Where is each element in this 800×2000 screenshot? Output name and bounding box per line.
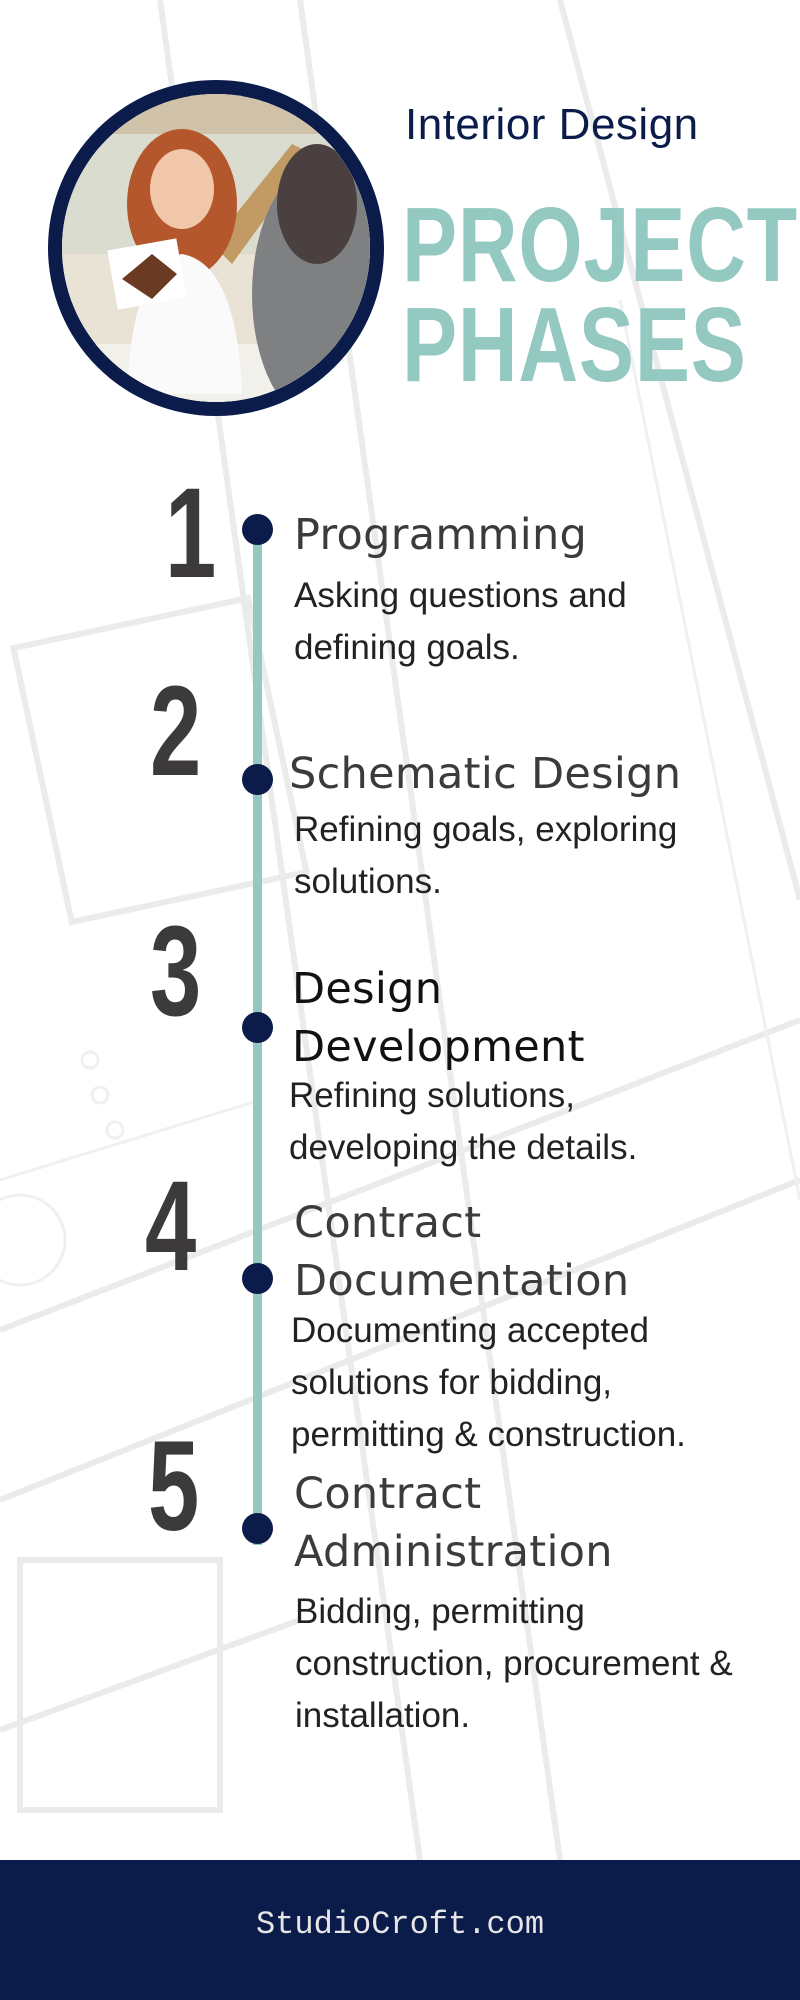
phase-number: 5 (148, 1415, 200, 1558)
designer-photo (62, 94, 370, 402)
title-line-2: PHASES (402, 286, 747, 404)
phase-number: 2 (150, 660, 202, 803)
phase-number: 3 (150, 900, 202, 1043)
phase-title: Schematic Design (289, 749, 682, 799)
phase-description: Documenting accepted solutions for biddi… (291, 1311, 686, 1454)
phase-description: Refining goals, exploring solutions. (294, 810, 678, 901)
phase-title: Contract Administration (294, 1469, 613, 1577)
phase-title: Design Development (292, 964, 585, 1072)
website-link[interactable]: StudioCroft.com (0, 1906, 800, 1943)
phase-description: Refining solutions, developing the detai… (289, 1076, 638, 1167)
phase-number: 1 (165, 462, 217, 605)
timeline-dot (242, 1513, 273, 1544)
timeline-dot (242, 514, 273, 545)
timeline-dot (242, 1012, 273, 1043)
phase-title: Programming (294, 510, 588, 560)
header-photo-frame (48, 80, 384, 416)
timeline-dot (242, 1263, 273, 1294)
subtitle: Interior Design (405, 100, 699, 149)
title-line-1: PROJECT (402, 186, 798, 304)
phase-title: Contract Documentation (294, 1198, 630, 1306)
phase-number: 4 (145, 1155, 197, 1298)
footer: StudioCroft.com (0, 1860, 800, 2000)
timeline-dot (242, 764, 273, 795)
phase-description: Bidding, permitting construction, procur… (295, 1592, 733, 1735)
phase-description: Asking questions and defining goals. (294, 576, 627, 667)
